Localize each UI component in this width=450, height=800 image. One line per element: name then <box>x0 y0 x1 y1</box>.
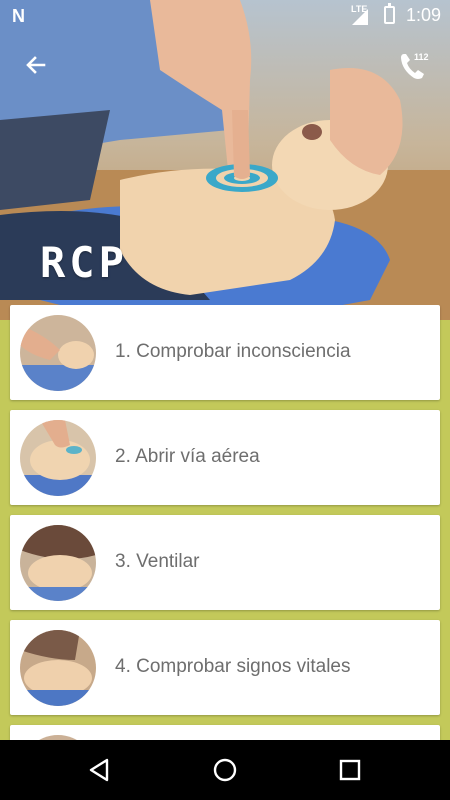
step-card-2[interactable]: 2. Abrir vía aérea <box>10 410 440 505</box>
home-circle-icon <box>213 758 237 782</box>
nav-back-button[interactable] <box>85 755 115 785</box>
nav-recents-button[interactable] <box>335 755 365 785</box>
hero-title: RCP <box>40 238 128 287</box>
status-time: 1:09 <box>406 5 442 25</box>
step-label: 1. Comprobar inconsciencia <box>115 341 351 362</box>
step-label: 3. Ventilar <box>115 551 200 572</box>
step-thumbnail <box>20 525 96 601</box>
hero-image: RCP <box>0 0 450 320</box>
recents-square-icon <box>339 759 361 781</box>
system-nav-bar <box>0 740 450 800</box>
steps-list: 1. Comprobar inconsciencia 2. Abrir vía … <box>0 305 450 740</box>
arrow-back-icon <box>26 56 46 74</box>
step-label: 2. Abrir vía aérea <box>115 446 260 467</box>
back-button[interactable] <box>18 48 54 84</box>
step-card-4[interactable]: 4. Comprobar signos vitales <box>10 620 440 715</box>
step-label: 4. Comprobar signos vitales <box>115 656 351 677</box>
back-triangle-icon <box>89 758 109 782</box>
step-card-1[interactable]: 1. Comprobar inconsciencia <box>10 305 440 400</box>
step-thumbnail <box>20 630 96 706</box>
step-thumbnail <box>20 315 96 391</box>
step-card-5[interactable] <box>10 725 440 740</box>
status-bar: N LTE 1:09 <box>0 0 450 30</box>
notification-n-icon: N <box>12 6 25 26</box>
call-number-badge: 112 <box>414 52 429 62</box>
nav-home-button[interactable] <box>210 755 240 785</box>
signal-icon <box>352 9 368 25</box>
step-thumbnail <box>20 420 96 496</box>
step-card-3[interactable]: 3. Ventilar <box>10 515 440 610</box>
battery-icon <box>384 3 395 24</box>
